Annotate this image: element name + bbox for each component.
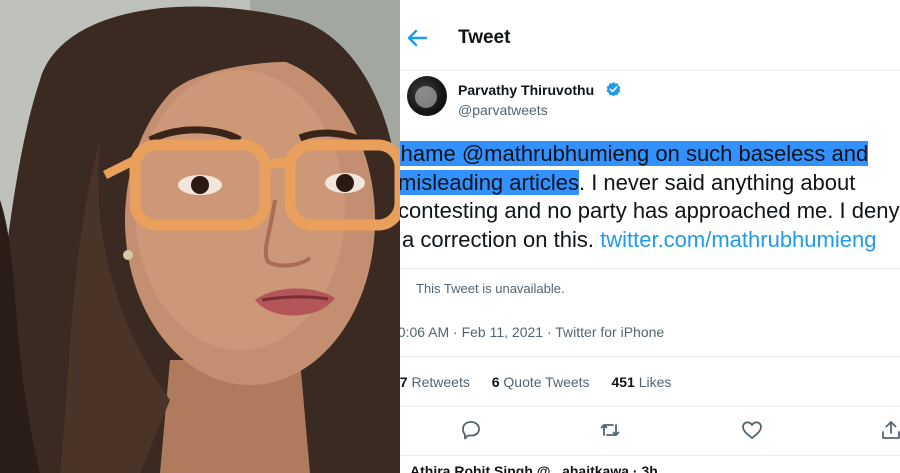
reply-preview[interactable]: Athira Rohit Singh @...ahaitkawa · 3h	[410, 463, 658, 473]
quoted-tweet[interactable]: This Tweet is unavailable.	[400, 268, 900, 309]
reply-icon[interactable]	[459, 418, 483, 442]
divider	[400, 356, 900, 357]
divider	[400, 455, 900, 456]
share-icon[interactable]	[879, 418, 900, 442]
retweets-count: 67	[400, 374, 408, 390]
tweet-body: Shame @mathrubhumieng on such baseless a…	[400, 140, 900, 254]
tweet-line-1: Shame @mathrubhumieng on such baseless a…	[400, 140, 900, 169]
tweet-line-3: contesting and no party has approached m…	[400, 198, 900, 223]
retweets-label: Retweets	[411, 374, 470, 390]
retweets-stat[interactable]: 67 Retweets	[400, 374, 470, 390]
likes-label: Likes	[638, 374, 672, 390]
quotes-stat[interactable]: 6 Quote Tweets	[492, 374, 590, 390]
photo-panel	[0, 0, 408, 473]
author-name[interactable]: Parvathy Thiruvothu	[458, 82, 594, 98]
page-title: Tweet	[458, 27, 511, 48]
tweet-header: Tweet	[400, 0, 900, 71]
selected-text: on such baseless and	[649, 141, 869, 166]
tweet-link[interactable]: twitter.com/mathrubhumieng	[600, 227, 876, 252]
like-icon[interactable]	[740, 418, 764, 442]
retweet-icon[interactable]	[598, 418, 622, 442]
divider	[400, 406, 900, 407]
quotes-count: 6	[491, 374, 500, 390]
verified-badge-icon	[606, 82, 621, 97]
tweet-panel: Tweet Parvathy Thiruvothu @parvatweets S…	[400, 0, 900, 473]
tweet-line-4: a correction on this. twitter.com/mathru…	[402, 226, 900, 255]
tweet-actions	[400, 418, 900, 444]
tweet-text: a correction on this.	[402, 226, 601, 252]
tweet-line-2: misleading articles. I never said anythi…	[400, 169, 900, 198]
author-handle[interactable]: @parvatweets	[458, 102, 548, 118]
quote-unavailable-text: This Tweet is unavailable.	[416, 281, 565, 296]
avatar[interactable]	[407, 76, 447, 116]
selected-text: misleading articles	[400, 169, 579, 195]
tweet-meta: 10:06 AM · Feb 11, 2021 · Twitter for iP…	[400, 324, 665, 340]
likes-count: 451	[611, 374, 635, 390]
back-arrow-icon[interactable]	[406, 28, 428, 48]
tweet-text: . I never said anything about	[578, 169, 856, 195]
selected-text: Shame @mathrubhumieng	[400, 141, 650, 166]
tweet-stats: 67 Retweets 6 Quote Tweets 451 Likes	[400, 374, 689, 390]
quotes-label: Quote Tweets	[503, 374, 590, 390]
likes-stat[interactable]: 451 Likes	[611, 374, 671, 390]
portrait-illustration	[0, 0, 408, 473]
